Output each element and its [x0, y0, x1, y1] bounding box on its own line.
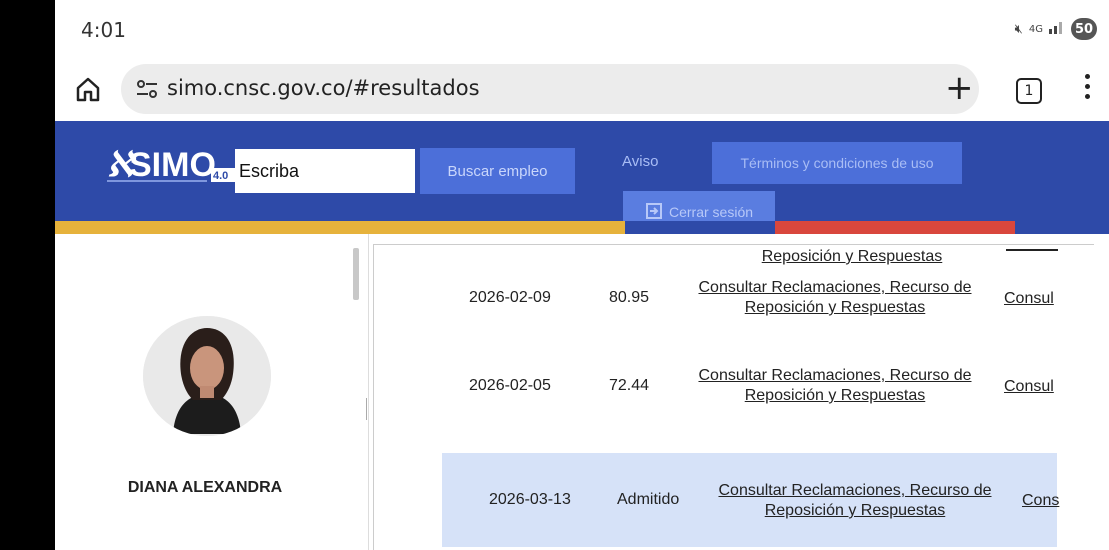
phone-screen: 4:01 🔇︎ 4G 50 simo.cnsc.gov.co/#resultad…: [55, 0, 1109, 550]
address-bar[interactable]: simo.cnsc.gov.co/#resultados: [121, 64, 979, 114]
buscar-empleo-button[interactable]: Buscar empleo: [420, 148, 575, 194]
clock: 4:01: [81, 18, 126, 42]
consultar-link[interactable]: Cons: [1022, 491, 1059, 511]
consultar-link[interactable]: Consul: [1004, 289, 1054, 309]
status-bar: 4:01 🔇︎ 4G 50: [55, 0, 1109, 60]
new-tab-icon[interactable]: +: [945, 68, 974, 108]
network-type: 4G: [1028, 23, 1043, 35]
svg-text:SIMO: SIMO: [129, 146, 216, 184]
row-status: Admitido: [617, 491, 680, 508]
row-date: 2026-02-09: [469, 289, 551, 306]
partial-underline: [1006, 249, 1058, 251]
row-score: 80.95: [609, 289, 650, 306]
table-row-highlighted: 2026-03-13 Admitido Consultar Reclamacio…: [442, 453, 1059, 547]
reclamaciones-link[interactable]: Consultar Reclamaciones, Recurso de Repo…: [705, 481, 1005, 521]
resize-handle[interactable]: [366, 398, 367, 420]
row-score: 72.44: [609, 377, 650, 394]
cerrar-sesion-label: Cerrar sesión: [668, 204, 754, 220]
header-stripe-blue: [625, 221, 775, 234]
row-date: 2026-02-05: [469, 377, 551, 394]
row-date: 2026-03-13: [489, 491, 571, 508]
status-icons: 🔇︎ 4G 50: [1015, 18, 1097, 40]
panel-divider: [368, 234, 369, 550]
terminos-button[interactable]: Términos y condiciones de uso: [712, 142, 962, 184]
menu-icon[interactable]: [1085, 74, 1091, 104]
battery-icon: 50: [1071, 18, 1097, 40]
profile-avatar: [143, 316, 271, 436]
mute-icon: 🔇︎: [1014, 21, 1023, 37]
header-stripe-blue-right: [1015, 221, 1109, 234]
signal-icon: [1049, 20, 1065, 38]
url-text[interactable]: simo.cnsc.gov.co/#resultados: [167, 76, 480, 100]
site-header: ℵ SIMO 4.0 Buscar empleo Aviso Términos …: [55, 121, 1109, 233]
profile-scrollbar[interactable]: [353, 248, 359, 300]
logout-icon: [645, 202, 663, 223]
reclamaciones-link[interactable]: Consultar Reclamaciones, Recurso de Repo…: [690, 366, 980, 406]
search-input[interactable]: [235, 149, 415, 193]
profile-name: DIANA ALEXANDRA: [127, 479, 283, 496]
table-row: 2026-02-09 80.95 Consultar Reclamaciones…: [442, 273, 1057, 323]
site-settings-icon[interactable]: [135, 78, 159, 105]
header-stripe-yellow: [55, 221, 625, 234]
svg-text:4.0: 4.0: [213, 170, 228, 182]
consultar-link[interactable]: Consul: [1004, 377, 1054, 397]
header-stripe-red: [775, 221, 1015, 234]
results-panel: Reposición y Respuestas 2026-02-09 80.95…: [373, 244, 1094, 550]
tab-switcher-button[interactable]: 1: [1016, 78, 1042, 104]
results-partial-link[interactable]: Reposición y Respuestas: [737, 247, 967, 267]
aviso-link[interactable]: Aviso: [622, 153, 658, 170]
reclamaciones-link[interactable]: Consultar Reclamaciones, Recurso de Repo…: [690, 278, 980, 318]
table-row: 2026-02-05 72.44 Consultar Reclamaciones…: [442, 349, 1057, 425]
browser-toolbar: simo.cnsc.gov.co/#resultados + 1: [55, 60, 1109, 120]
home-icon[interactable]: [73, 74, 103, 104]
simo-logo[interactable]: ℵ SIMO 4.0: [107, 146, 235, 186]
